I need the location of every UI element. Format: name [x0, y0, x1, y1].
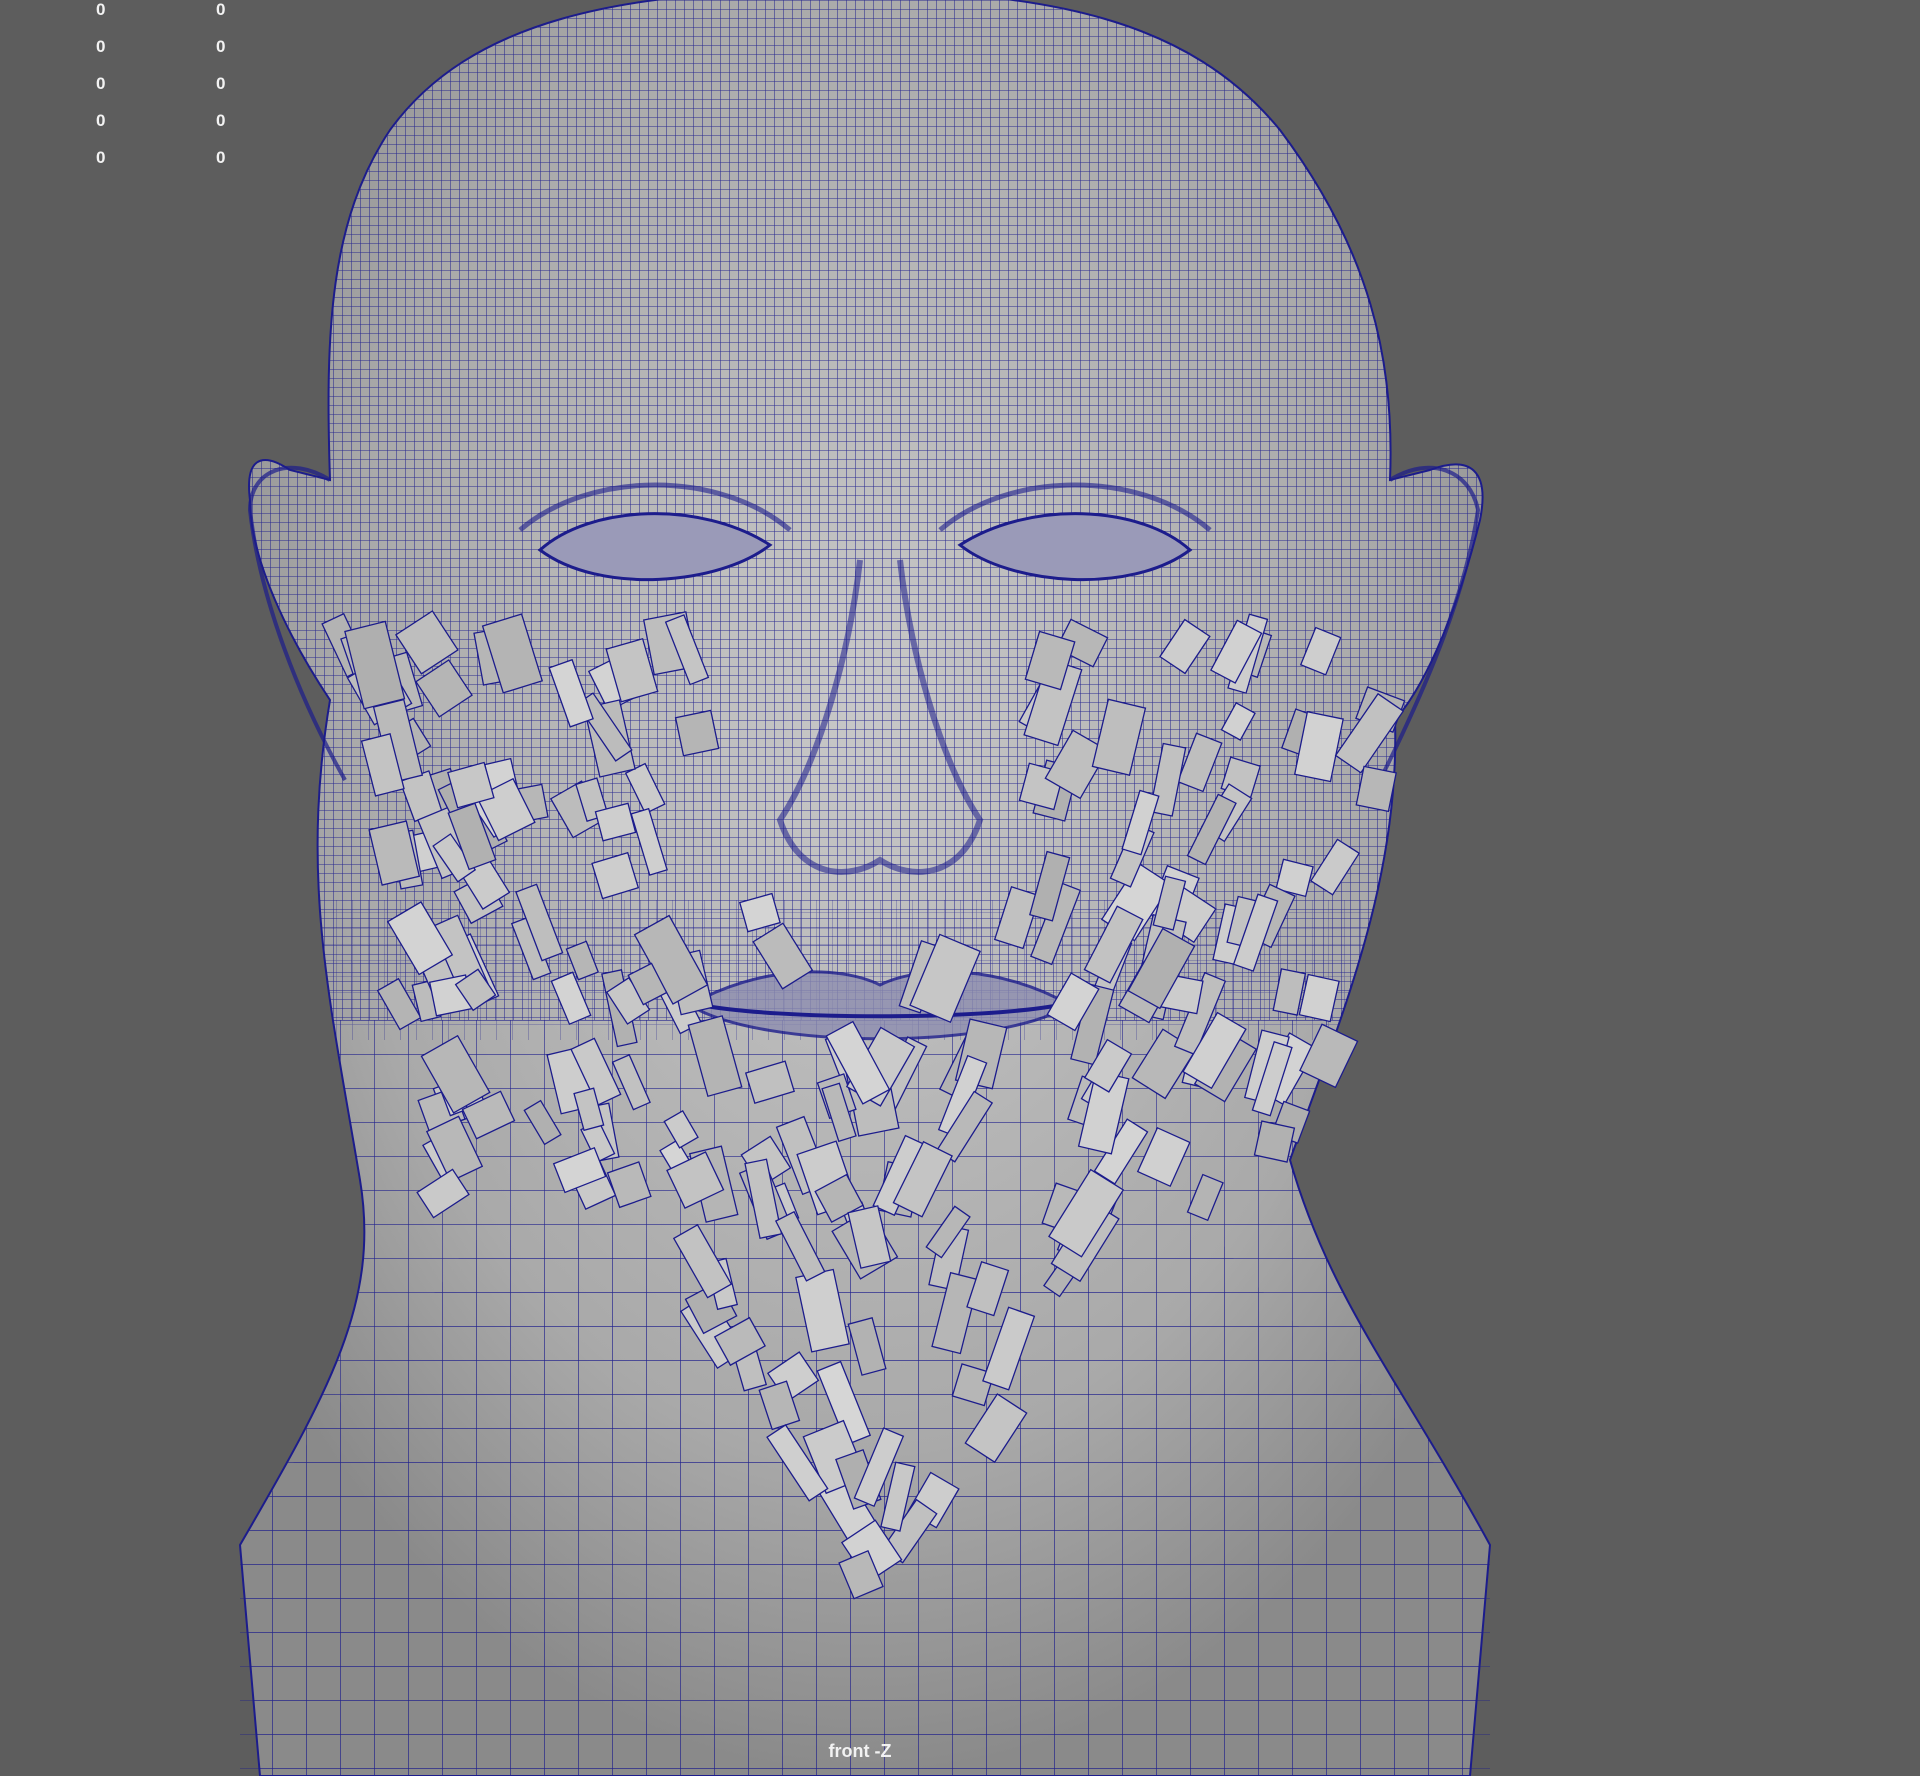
hair-card	[1355, 765, 1397, 813]
hud-value: 0	[216, 74, 226, 93]
camera-label: front -Z	[828, 1741, 892, 1761]
hud-value: 0	[96, 111, 106, 130]
hud-poly-count: 0 0 0 0 0 0 0 0 0 0	[0, 0, 260, 175]
head-mesh-wireframe[interactable]	[0, 0, 1920, 1776]
hud-value: 0	[216, 111, 226, 130]
hud-value: 0	[216, 37, 226, 56]
hud-value: 0	[216, 148, 226, 167]
hud-value: 0	[96, 148, 106, 167]
hud-value: 0	[96, 37, 106, 56]
hud-value: 0	[216, 0, 226, 19]
hair-card	[1253, 1120, 1296, 1163]
hud-value: 0	[96, 74, 106, 93]
hud-value: 0	[96, 0, 106, 19]
viewport-panel[interactable]: 0 0 0 0 0 0 0 0 0 0 front -Z	[0, 0, 1920, 1776]
hair-card	[674, 709, 720, 757]
